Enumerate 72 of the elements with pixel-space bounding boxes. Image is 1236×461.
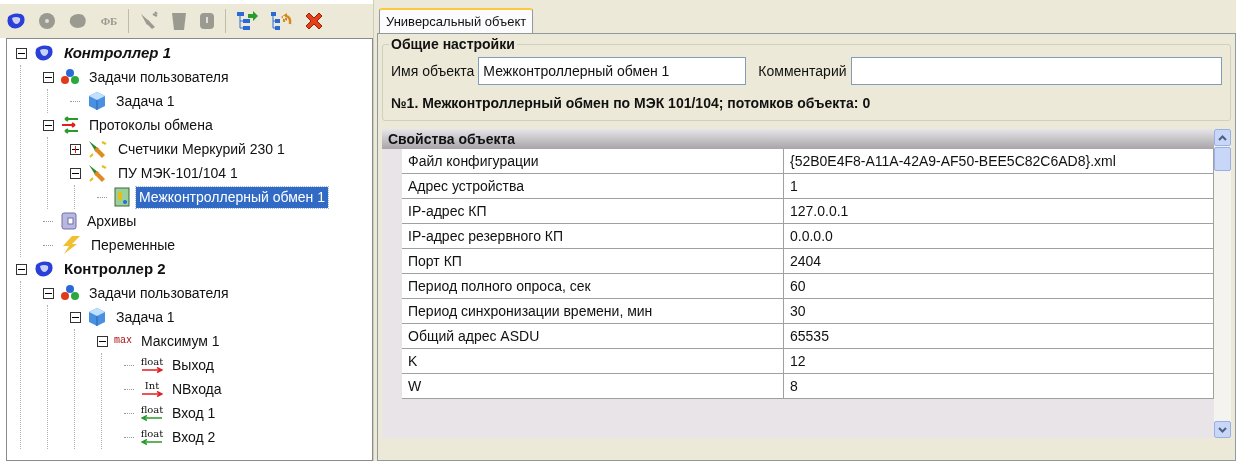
scrollbar[interactable] (1214, 129, 1231, 438)
property-name: W (402, 374, 784, 398)
bin-icon (170, 11, 188, 31)
exchange-arrows-icon (60, 116, 80, 134)
controller-icon (5, 11, 27, 31)
property-name: IP-адрес КП (402, 199, 784, 223)
property-name: Период синхронизации времени, мин (402, 299, 784, 323)
toolbar-button[interactable] (268, 9, 294, 33)
delete-icon (303, 10, 325, 32)
tree-item[interactable]: Счетчики Меркурий 230 1 (115, 138, 288, 160)
tree-item[interactable]: Архивы (84, 210, 140, 232)
tree-undo-icon (269, 10, 293, 32)
collapse-toggle[interactable] (69, 311, 81, 323)
tree-item[interactable]: Задачи пользователя (86, 282, 232, 304)
collapse-toggle[interactable] (42, 119, 54, 131)
cubes-icon (60, 68, 80, 86)
object-summary: №1. Межконтроллерный обмен по МЭК 101/104; потомков объекта: 0 (391, 94, 872, 113)
scroll-thumb[interactable] (1214, 147, 1231, 171)
tree-item[interactable]: Задачи пользователя (86, 66, 232, 88)
expand-toggle[interactable] (69, 143, 81, 155)
collapse-toggle[interactable] (15, 47, 27, 59)
tree-item[interactable]: ПУ МЭК-101/104 1 (115, 162, 241, 184)
tree-item[interactable]: Максимум 1 (138, 330, 223, 352)
collapse-toggle[interactable] (42, 287, 54, 299)
toolbar-button[interactable] (234, 9, 260, 33)
circle-icon (37, 11, 57, 31)
collapse-toggle[interactable] (69, 167, 81, 179)
scroll-down-icon[interactable] (1214, 421, 1231, 438)
archive-icon (60, 212, 78, 230)
cube-icon (87, 91, 107, 111)
comment-field[interactable] (850, 57, 1222, 85)
property-name: K (402, 349, 784, 373)
group-title: Общие настройки (389, 35, 517, 53)
scroll-up-icon[interactable] (1214, 129, 1231, 146)
lightning-icon (60, 235, 82, 255)
controller-icon (33, 260, 55, 278)
plug-icon (138, 11, 160, 31)
device-card-icon (114, 187, 130, 207)
tree-item[interactable]: Выход (169, 354, 217, 376)
tree-item[interactable]: Протоколы обмена (86, 114, 216, 136)
function-icon: max (114, 336, 132, 346)
tree-arrow-icon (235, 10, 259, 32)
property-name: Порт КП (402, 249, 784, 273)
section-header: Свойства объекта (382, 129, 1214, 149)
property-name: Период полного опроса, сек (402, 274, 784, 298)
property-name: Общий адрес ASDU (402, 324, 784, 348)
property-name: Адрес устройства (402, 174, 784, 198)
property-name: Файл конфигурации (402, 149, 784, 173)
controller-icon (33, 44, 55, 62)
shield-icon (198, 11, 216, 31)
tree-item[interactable]: Контроллер 1 (61, 41, 174, 65)
tree-item[interactable]: Задача 1 (113, 306, 178, 328)
tree-item[interactable]: Переменные (88, 234, 179, 256)
property-name: IP-адрес резервного КП (402, 224, 784, 248)
tree-item[interactable]: Задача 1 (113, 90, 178, 112)
tab[interactable]: Универсальный объект (379, 8, 534, 33)
tree-item[interactable]: NВхода (169, 378, 225, 400)
cubes-icon (60, 284, 80, 302)
blob-icon (67, 11, 89, 31)
plug-icon (87, 163, 109, 183)
collapse-toggle[interactable] (15, 263, 27, 275)
tree-item[interactable]: Вход 1 (169, 402, 219, 424)
tree-item[interactable]: Контроллер 2 (61, 257, 169, 281)
cube-icon (87, 307, 107, 327)
name-field[interactable]: Межконтроллерный обмен 1 (478, 57, 747, 85)
collapse-toggle[interactable] (96, 335, 108, 347)
tree-item[interactable]: Межконтроллерный обмен 1 (136, 186, 329, 208)
collapse-toggle[interactable] (42, 71, 54, 83)
field-label: Комментарий (758, 61, 847, 81)
tree-item[interactable]: Вход 2 (169, 426, 219, 448)
plug-icon (87, 139, 109, 159)
field-label: Имя объекта (391, 61, 475, 81)
